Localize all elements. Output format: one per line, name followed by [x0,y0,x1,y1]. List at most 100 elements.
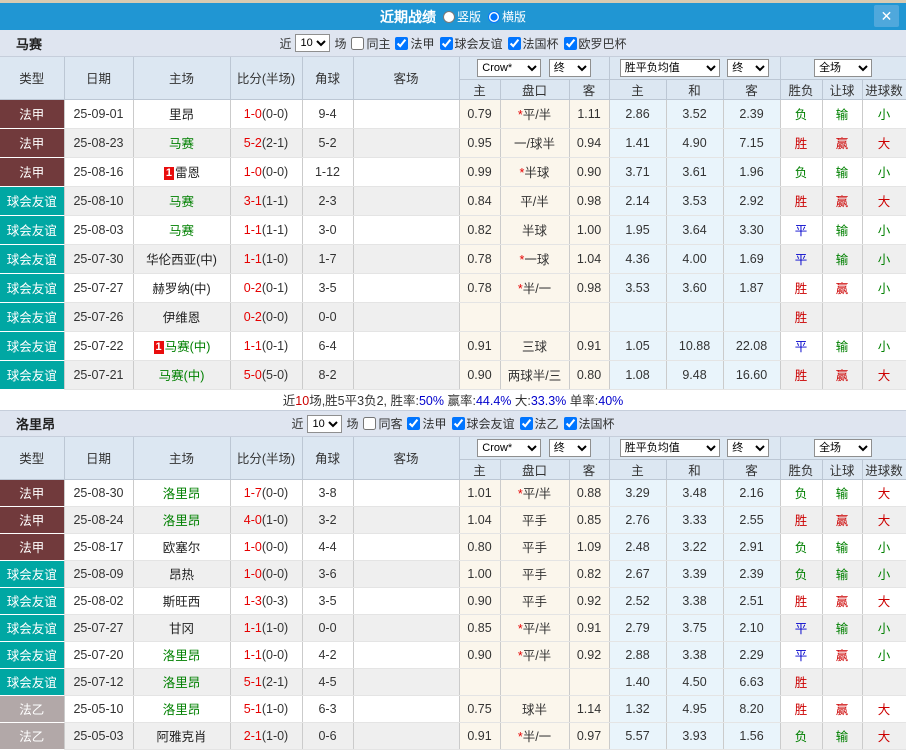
col-odds-home: 主 [459,459,500,479]
home-team-cell: 马赛 [133,215,230,244]
match-row: 球会友谊 25-07-27 赫罗纳(中) 0-2(0-1) 3-5 0.78 *… [0,273,906,302]
avg-draw-cell: 4.95 [666,695,723,722]
team-name: 马赛 [16,34,42,53]
league-filter-checkbox[interactable]: 法甲 [407,415,446,432]
league-filter-checkbox[interactable]: 球会友谊 [440,35,503,52]
close-icon[interactable]: ✕ [874,5,899,27]
league-filter-checkbox[interactable]: 法国杯 [564,415,615,432]
avg-source-select[interactable]: 胜平负均值 [620,59,720,77]
away-team-cell [353,302,459,331]
score-cell: 1-1(0-1) [230,331,302,360]
league-type-cell: 法甲 [0,99,64,128]
avg-draw-cell: 3.38 [666,587,723,614]
outcome-cell: 负 [780,479,822,506]
col-handicap-result: 让球 [822,459,862,479]
goals-result-cell [862,302,906,331]
match-row: 法乙 25-05-10 洛里昂 5-1(1-0) 6-3 0.75 球半 1.1… [0,695,906,722]
section-header-lorient: 洛里昂 近 10 场 同客 法甲 球会友谊 法乙 法国杯 [0,410,906,437]
score-cell: 1-1(1-0) [230,244,302,273]
odds-final-select[interactable]: 终 [549,59,591,77]
odds-source-select[interactable]: Crow* [477,59,541,77]
league-filter-checkbox[interactable]: 法甲 [395,35,434,52]
goals-result-cell: 大 [862,479,906,506]
goals-result-cell: 小 [862,614,906,641]
layout-radio-vertical[interactable]: 竖版 [443,8,481,25]
handicap-cell [500,302,569,331]
league-filter-checkbox[interactable]: 法国杯 [508,35,559,52]
score-cell: 5-1(2-1) [230,668,302,695]
corner-cell: 4-4 [302,533,353,560]
avg-final-select[interactable]: 终 [727,59,769,77]
avg-group-header: 胜平负均值 终 [609,57,780,79]
handicap-cell: 两球半/三 [500,360,569,389]
avg-away-cell: 16.60 [723,360,780,389]
away-odds-cell: 0.92 [569,587,609,614]
date-cell: 25-07-27 [64,614,133,641]
odds-group-header: Crow* 终 [459,437,609,459]
match-row: 法甲 25-08-23 马赛 5-2(2-1) 5-2 0.95 一/球半 0.… [0,128,906,157]
avg-draw-cell: 4.90 [666,128,723,157]
corner-cell: 1-12 [302,157,353,186]
odds-final-select[interactable]: 终 [549,439,591,457]
games-count-select[interactable]: 10 [295,34,330,52]
handicap-result-cell: 输 [822,215,862,244]
col-home: 主场 [133,437,230,479]
col-avg-draw: 和 [666,459,723,479]
col-date: 日期 [64,57,133,99]
match-row: 法甲 25-08-16 1雷恩 1-0(0-0) 1-12 0.99 *半球 0… [0,157,906,186]
handicap-result-cell: 输 [822,331,862,360]
home-odds-cell [459,302,500,331]
away-team-cell [353,587,459,614]
same-venue-checkbox[interactable]: 同主 [351,35,390,52]
away-team-cell [353,99,459,128]
avg-away-cell: 1.56 [723,722,780,749]
avg-group-header: 胜平负均值 终 [609,437,780,459]
home-team-cell: 赫罗纳(中) [133,273,230,302]
odds-source-select[interactable]: Crow* [477,439,541,457]
away-team-cell [353,641,459,668]
avg-source-select[interactable]: 胜平负均值 [620,439,720,457]
games-count-select[interactable]: 10 [307,415,342,433]
handicap-cell: *平/半 [500,641,569,668]
home-team-cell: 马赛 [133,186,230,215]
corner-cell: 4-5 [302,668,353,695]
outcome-cell: 胜 [780,360,822,389]
home-team-cell: 甘冈 [133,614,230,641]
horizontal-radio-input[interactable] [488,11,500,23]
league-type-cell: 法甲 [0,479,64,506]
home-team-cell: 里昂 [133,99,230,128]
score-cell: 5-0(5-0) [230,360,302,389]
corner-cell: 3-8 [302,479,353,506]
layout-radio-horizontal[interactable]: 横版 [488,8,526,25]
match-row: 法甲 25-08-17 欧塞尔 1-0(0-0) 4-4 0.80 平手 1.0… [0,533,906,560]
avg-away-cell: 1.69 [723,244,780,273]
full-scope-select[interactable]: 全场 [814,59,872,77]
match-row: 法甲 25-08-24 洛里昂 4-0(1-0) 3-2 1.04 平手 0.8… [0,506,906,533]
league-type-cell: 球会友谊 [0,244,64,273]
corner-cell: 1-7 [302,244,353,273]
corner-cell: 3-0 [302,215,353,244]
vertical-radio-input[interactable] [443,11,455,23]
avg-final-select[interactable]: 终 [727,439,769,457]
col-goals: 进球数 [862,459,906,479]
outcome-cell: 负 [780,560,822,587]
handicap-cell: 一/球半 [500,128,569,157]
full-scope-select[interactable]: 全场 [814,439,872,457]
score-cell: 5-1(1-0) [230,695,302,722]
goals-result-cell: 小 [862,331,906,360]
score-cell: 0-2(0-1) [230,273,302,302]
vertical-radio-label: 竖版 [457,8,481,25]
league-filter-checkbox[interactable]: 欧罗巴杯 [564,35,627,52]
handicap-result-cell [822,302,862,331]
col-away: 客场 [353,437,459,479]
away-team-cell [353,215,459,244]
same-venue-checkbox[interactable]: 同客 [363,415,402,432]
match-row: 球会友谊 25-07-26 伊维恩 0-2(0-0) 0-0 胜 [0,302,906,331]
match-row: 法甲 25-09-01 里昂 1-0(0-0) 9-4 0.79 *平/半 1.… [0,99,906,128]
league-filter-checkbox[interactable]: 法乙 [520,415,559,432]
avg-home-cell: 1.05 [609,331,666,360]
col-home: 主场 [133,57,230,99]
league-filter-checkbox[interactable]: 球会友谊 [452,415,515,432]
home-odds-cell: 0.91 [459,722,500,749]
date-cell: 25-07-12 [64,668,133,695]
